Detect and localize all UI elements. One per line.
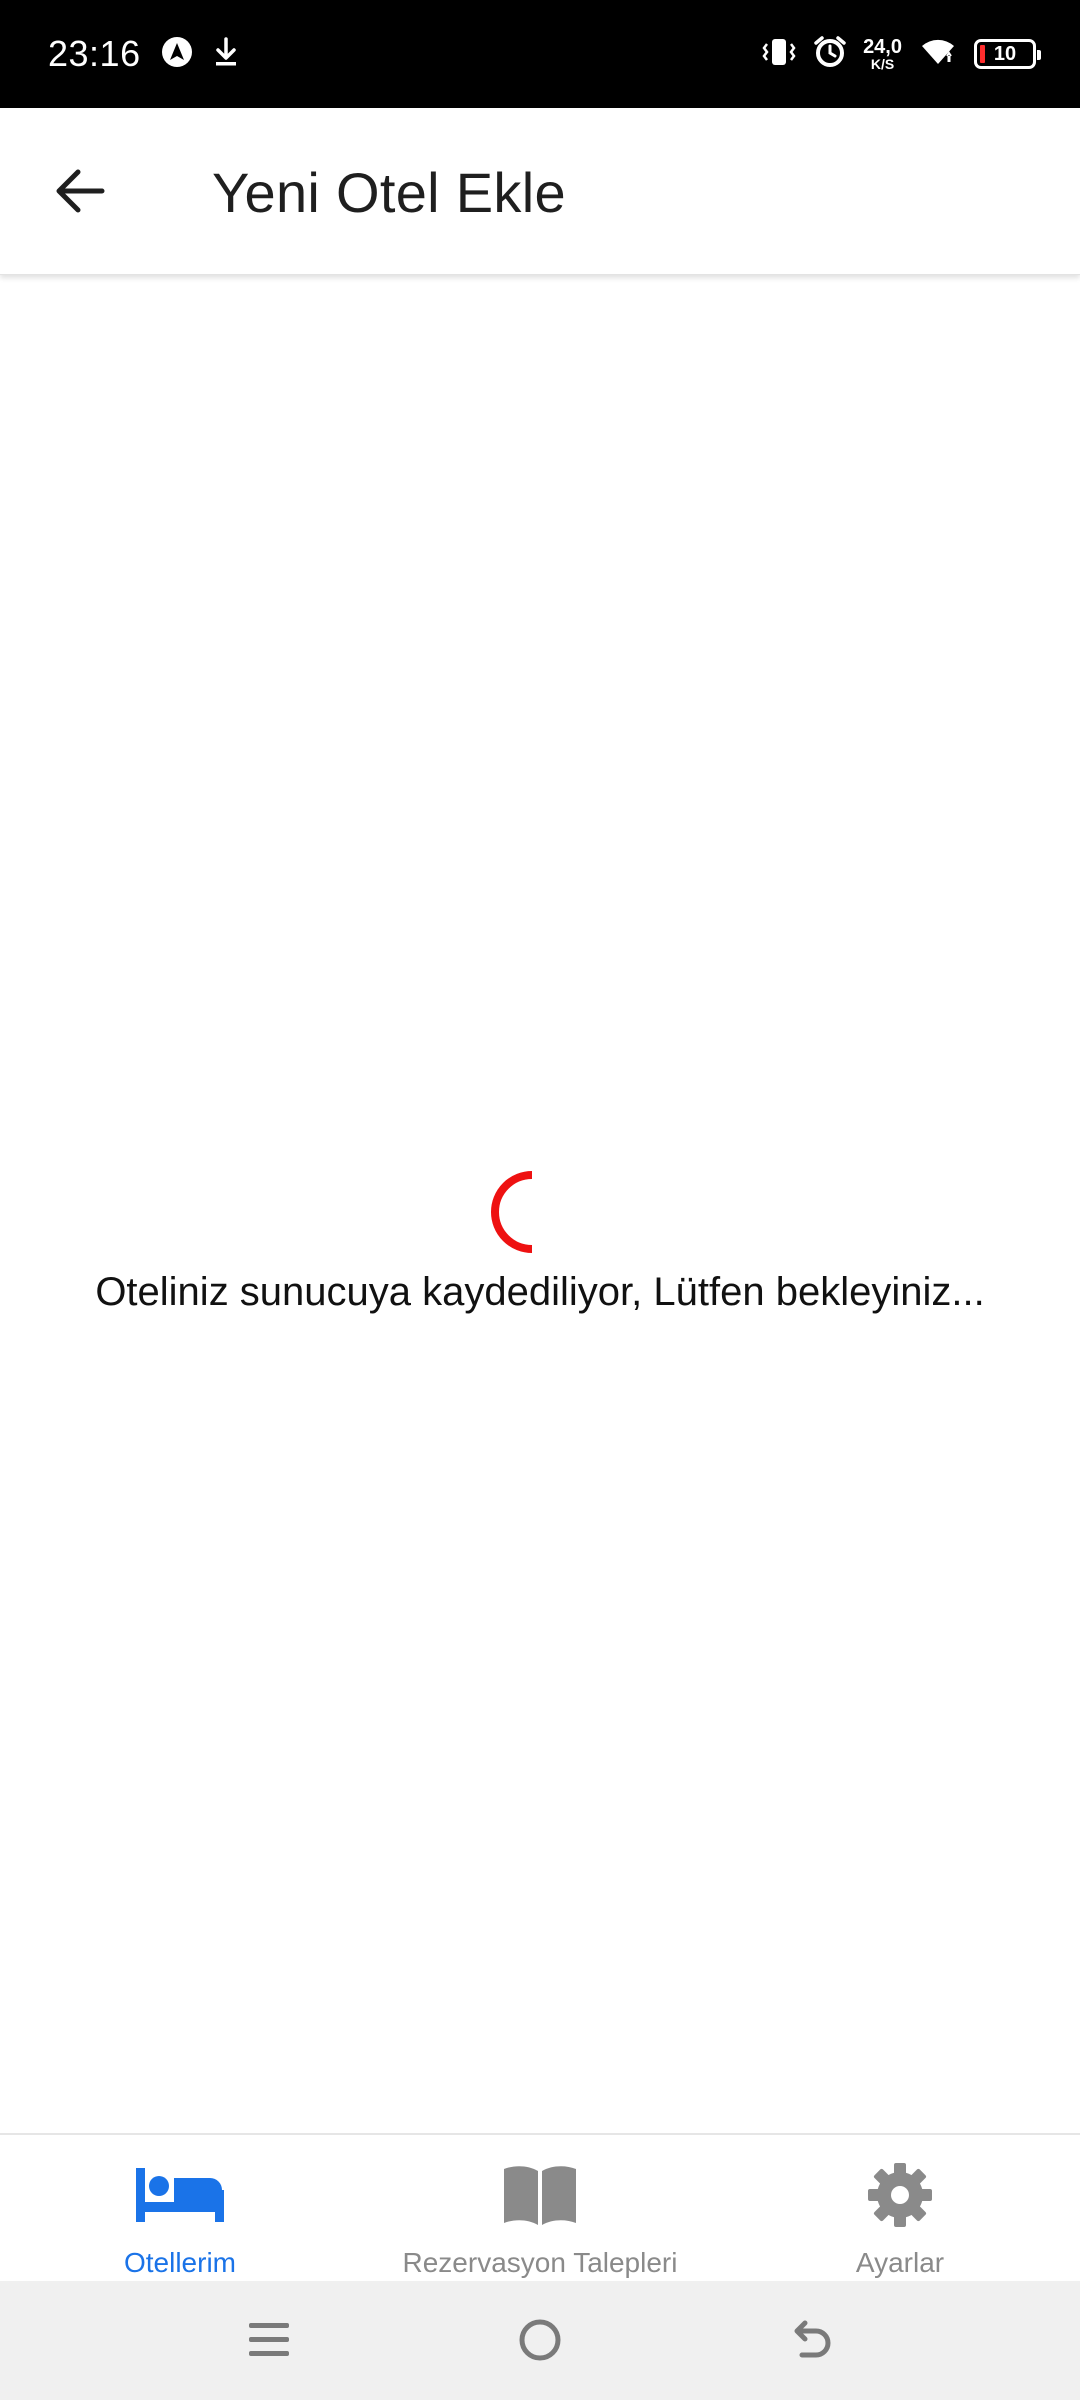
- battery-level-text: 10: [993, 42, 1017, 65]
- system-navigation-bar: [0, 2281, 1080, 2400]
- back-icon[interactable]: [778, 2307, 844, 2373]
- loading-spinner: [490, 1170, 574, 1254]
- back-button[interactable]: [42, 153, 118, 229]
- nav-item-rezervasyon-talepleri[interactable]: Rezervasyon Talepleri: [360, 2135, 720, 2283]
- navigation-app-icon: [161, 36, 193, 73]
- nav-item-otellerim[interactable]: Otellerim: [0, 2135, 360, 2283]
- menu-icon[interactable]: [236, 2307, 302, 2373]
- nav-label-otellerim: Otellerim: [123, 2247, 236, 2278]
- network-speed-value: 24,0: [863, 36, 902, 58]
- bed-icon: [134, 2155, 226, 2235]
- status-left: 23:16: [48, 0, 239, 108]
- battery-icon: 10: [974, 39, 1041, 69]
- loading-message: Oteliniz sunucuya kaydediliyor, Lütfen b…: [95, 1270, 985, 1314]
- network-speed: 24,0 K/S: [863, 37, 902, 71]
- status-right: 24,0 K/S 10: [761, 0, 1041, 108]
- nav-item-ayarlar[interactable]: Ayarlar: [720, 2135, 1080, 2283]
- status-bar: 23:16 24,0 K/S 10: [0, 0, 1080, 108]
- gear-icon: [865, 2155, 935, 2235]
- battery-level-bar: [980, 45, 985, 63]
- home-icon[interactable]: [507, 2307, 573, 2373]
- nav-label-ayarlar: Ayarlar: [855, 2247, 945, 2278]
- page-title: Yeni Otel Ekle: [212, 161, 566, 224]
- status-time: 23:16: [48, 33, 141, 74]
- alarm-icon: [813, 35, 847, 74]
- book-icon: [502, 2155, 578, 2235]
- app-bar: Yeni Otel Ekle: [0, 108, 1080, 275]
- download-icon: [213, 36, 239, 72]
- bottom-navigation: Otellerim Rezervasyon Talepleri Ayarlar: [0, 2133, 1080, 2283]
- network-speed-unit: K/S: [870, 56, 895, 72]
- vibrate-icon: [761, 36, 797, 73]
- nav-label-rezervasyon-talepleri: Rezervasyon Talepleri: [402, 2247, 678, 2278]
- arrow-left-icon: [56, 169, 105, 213]
- wifi-icon: [918, 36, 958, 73]
